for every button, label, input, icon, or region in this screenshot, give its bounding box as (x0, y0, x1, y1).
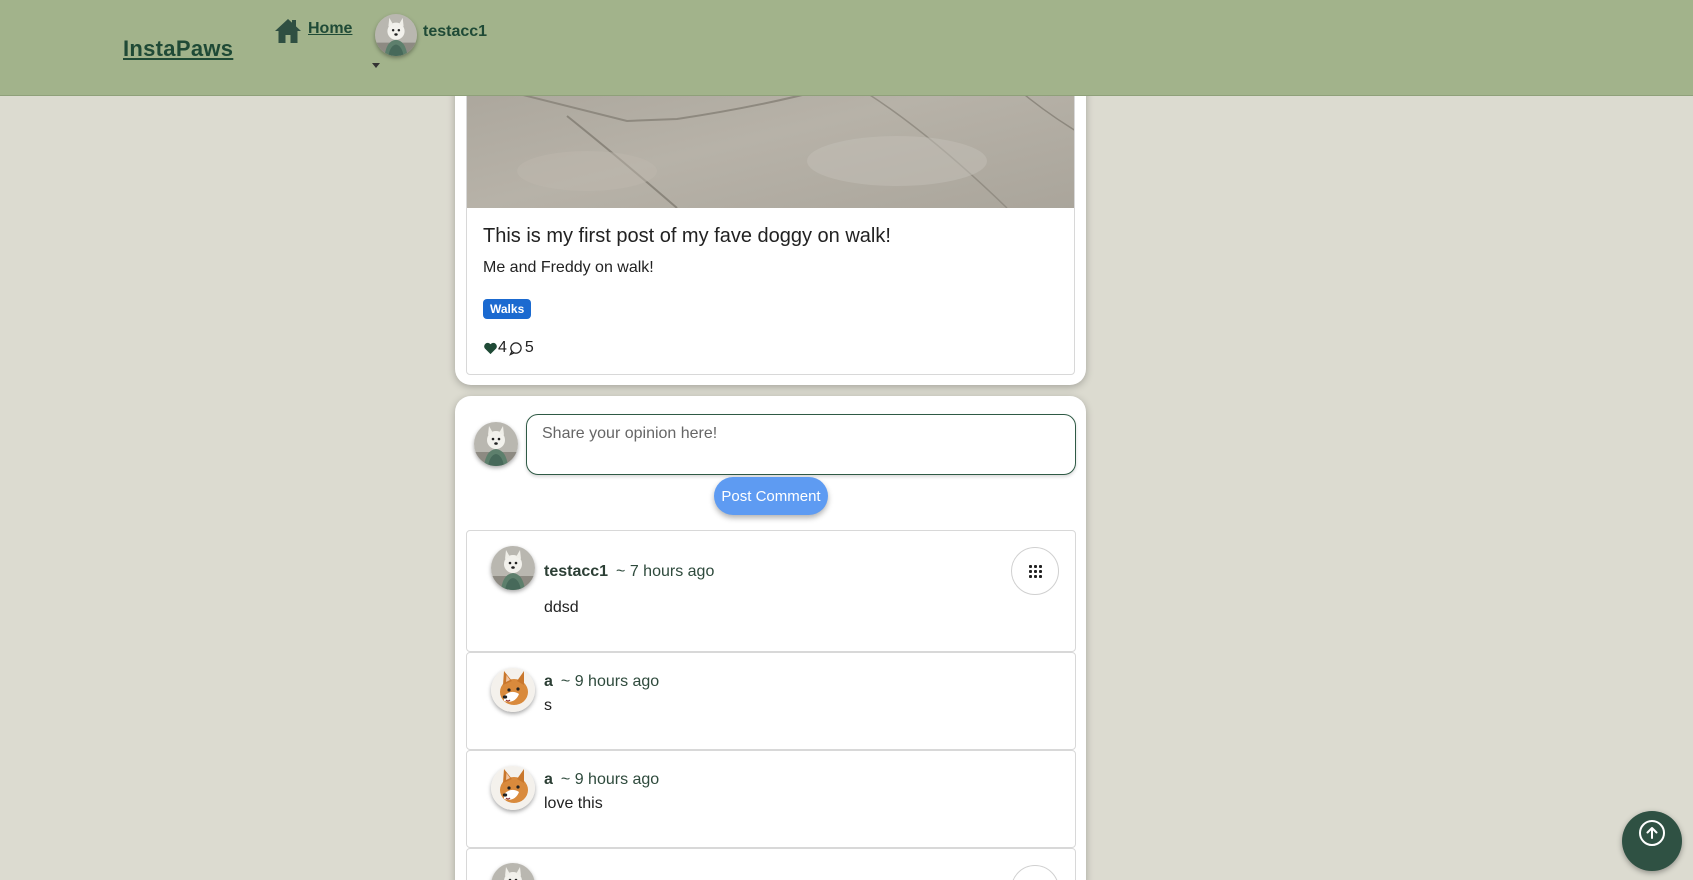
comment-item: a ~ 9 hours ago s (466, 652, 1076, 750)
arrow-up-icon (1639, 820, 1665, 846)
comment-timestamp: ~ 9 hours ago (560, 771, 660, 788)
scroll-to-top-button[interactable] (1622, 811, 1682, 871)
comment-count: 5 (524, 339, 534, 356)
comment-author[interactable]: a (544, 771, 553, 789)
tag-badge[interactable]: Walks (483, 299, 532, 319)
house-icon (274, 18, 302, 44)
top-navbar: InstaPaws Home testacc1 (0, 0, 1693, 96)
comment-header: a ~ 9 hours ago (544, 771, 659, 789)
comment-text: s (544, 697, 552, 714)
speech-bubble-icon[interactable] (508, 341, 523, 356)
comment-item: a ~ 9 hours ago love this (466, 750, 1076, 848)
grid-dots-icon (1028, 564, 1042, 578)
comment-options-button[interactable] (1011, 865, 1059, 880)
post-stats: 4 5 (483, 339, 534, 357)
comment-item: testacc1 ~ 7 hours ago ddsd (466, 530, 1076, 652)
comment-header: testacc1 ~ 7 hours ago (544, 563, 714, 581)
nav-home-label: Home (308, 20, 353, 37)
post-body: This is my first post of my fave doggy o… (466, 60, 1075, 375)
comment-avatar[interactable] (491, 668, 535, 712)
comment-avatar[interactable] (491, 546, 535, 590)
comment-avatar[interactable] (491, 863, 535, 880)
nav-username: testacc1 (423, 23, 488, 40)
comment-timestamp: ~ 9 hours ago (560, 673, 660, 690)
comment-timestamp: ~ 7 hours ago (616, 563, 715, 580)
nav-home-link[interactable]: Home (274, 18, 352, 44)
post-description: Me and Freddy on walk! (483, 259, 654, 276)
caret-down-icon[interactable] (372, 63, 380, 68)
comment-item (466, 848, 1076, 880)
comment-text: ddsd (544, 599, 579, 616)
comment-input[interactable] (526, 414, 1076, 475)
comment-author[interactable]: testacc1 (544, 563, 608, 581)
nav-user-menu[interactable]: testacc1 (375, 14, 487, 56)
post-card: This is my first post of my fave doggy o… (455, 60, 1086, 385)
comment-text: love this (544, 795, 603, 812)
comment-author[interactable]: a (544, 673, 553, 691)
post-title: This is my first post of my fave doggy o… (483, 225, 891, 247)
like-count: 4 (498, 339, 507, 356)
post-comment-button[interactable]: Post Comment (714, 477, 828, 515)
nav-user-avatar (375, 14, 417, 56)
comment-avatar[interactable] (491, 766, 535, 810)
heart-icon[interactable] (483, 341, 498, 356)
comment-header: a ~ 9 hours ago (544, 673, 659, 691)
comments-section: Post Comment testacc1 ~ 7 hours ago ddsd… (455, 396, 1086, 880)
comment-options-button[interactable] (1011, 547, 1059, 595)
compose-avatar (474, 422, 518, 466)
brand-logo-link[interactable]: InstaPaws (123, 36, 233, 62)
